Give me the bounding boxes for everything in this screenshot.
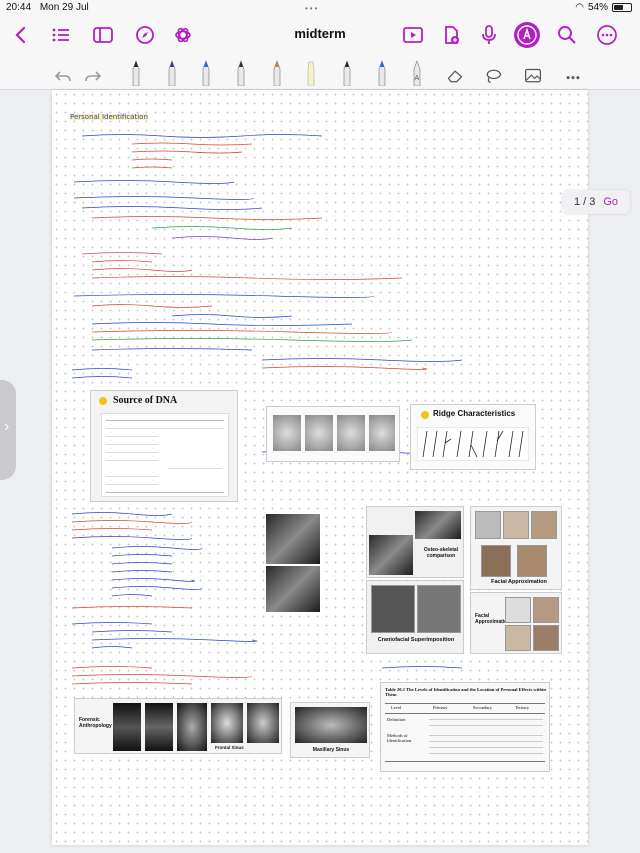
pen-toolbar: A [0,54,640,90]
add-page-icon[interactable] [440,24,462,46]
fountain-pen-icon[interactable] [127,60,145,86]
maxillary-sinus-figure: Maxillary Sinus [290,702,370,758]
marker-icon[interactable] [268,60,286,86]
more-horizontal-icon[interactable] [564,60,582,86]
skeletal-xray-2 [266,566,320,612]
table-col-tertiary: Tertiary [515,705,530,710]
navigation-bar: midterm [0,16,640,54]
ridge-figure: Ridge Characteristics [410,404,536,470]
pen-icon[interactable] [338,60,356,86]
highlighter-icon[interactable] [302,60,320,86]
search-icon[interactable] [556,24,578,46]
battery-percent: 54% [587,2,608,13]
pen-icon[interactable] [373,60,391,86]
svg-text:A: A [415,75,420,82]
clock: 20:44 [6,2,32,13]
status-bar: 20:44 Mon 29 Jul ••• ◠ 54% [0,0,640,16]
forensic-anthropology-figure: Forensic Anthropology Frontal Sinus [74,698,282,754]
date: Mon 29 Jul [39,2,89,13]
table-row-definition: Definition [387,717,406,722]
osteo-figure: Osteo-skeletal comparison [366,506,464,578]
present-icon[interactable] [402,24,424,46]
dna-title: Source of DNA [113,395,178,406]
ridge-title: Ridge Characteristics [433,409,516,418]
fingerprint-patterns [266,406,400,462]
page-number: 1 / 3 [573,196,596,208]
facial-approximation-caption-2: Facial Approximation [475,613,511,625]
osteo-caption: Osteo-skeletal comparison [423,547,459,559]
text-pen-icon[interactable]: A [408,60,426,86]
dna-figure: Source of DNA [90,390,238,502]
go-button[interactable]: Go [603,196,618,208]
forensic-anthropology-caption: Forensic Anthropology [79,717,112,729]
side-panel-handle[interactable]: › [0,380,16,480]
page-indicator[interactable]: 1 / 3 Go [562,190,630,214]
facial-approximation-figure: Facial Approximation [470,506,562,590]
identification-levels-table: Table 20.1 The Levels of Identification … [380,682,550,772]
frontal-sinus-caption: Frontal Sinus [215,745,244,750]
multitasking-dots-icon[interactable]: ••• [305,4,319,13]
facial-approximation-figure-2: Facial Approximation [470,592,562,654]
more-icon[interactable] [596,24,618,46]
craniofacial-figure: Craniofacial Superimposition [366,580,464,654]
chevron-right-icon: › [4,418,10,435]
table-title: Table 20.1 The Levels of Identification … [385,687,546,697]
brush-pen-icon[interactable] [197,60,215,86]
wifi-icon: ◠ [575,2,584,13]
microphone-icon[interactable] [478,24,500,46]
table-row-methods: Methods of Identification [387,733,412,743]
facial-approximation-caption: Facial Approximation [491,579,547,585]
lasso-icon[interactable] [484,60,502,86]
redo-icon[interactable] [84,60,102,86]
table-col-level: Level [391,705,402,710]
table-col-secondary: Secondary [473,705,492,710]
image-icon[interactable] [524,60,542,86]
ballpoint-pen-icon[interactable] [163,60,181,86]
bullet-icon [421,411,429,419]
undo-icon[interactable] [54,60,72,86]
canvas[interactable]: › Personal Identification Source of DNA … [0,90,640,853]
pencil-icon[interactable] [232,60,250,86]
eraser-icon[interactable] [446,60,464,86]
skeletal-xray-1 [266,514,320,564]
table-col-primary: Primary [433,705,448,710]
bullet-icon [99,397,107,405]
dna-table [101,413,229,497]
ridge-diagram [417,427,529,461]
pen-mode-icon[interactable] [514,22,540,48]
maxillary-sinus-caption: Maxillary Sinus [312,747,350,753]
note-page[interactable]: Personal Identification Source of DNA Ri… [52,90,588,845]
document-title[interactable]: midterm [0,26,640,41]
battery-icon [612,3,632,12]
craniofacial-caption: Craniofacial Superimposition [377,637,455,643]
